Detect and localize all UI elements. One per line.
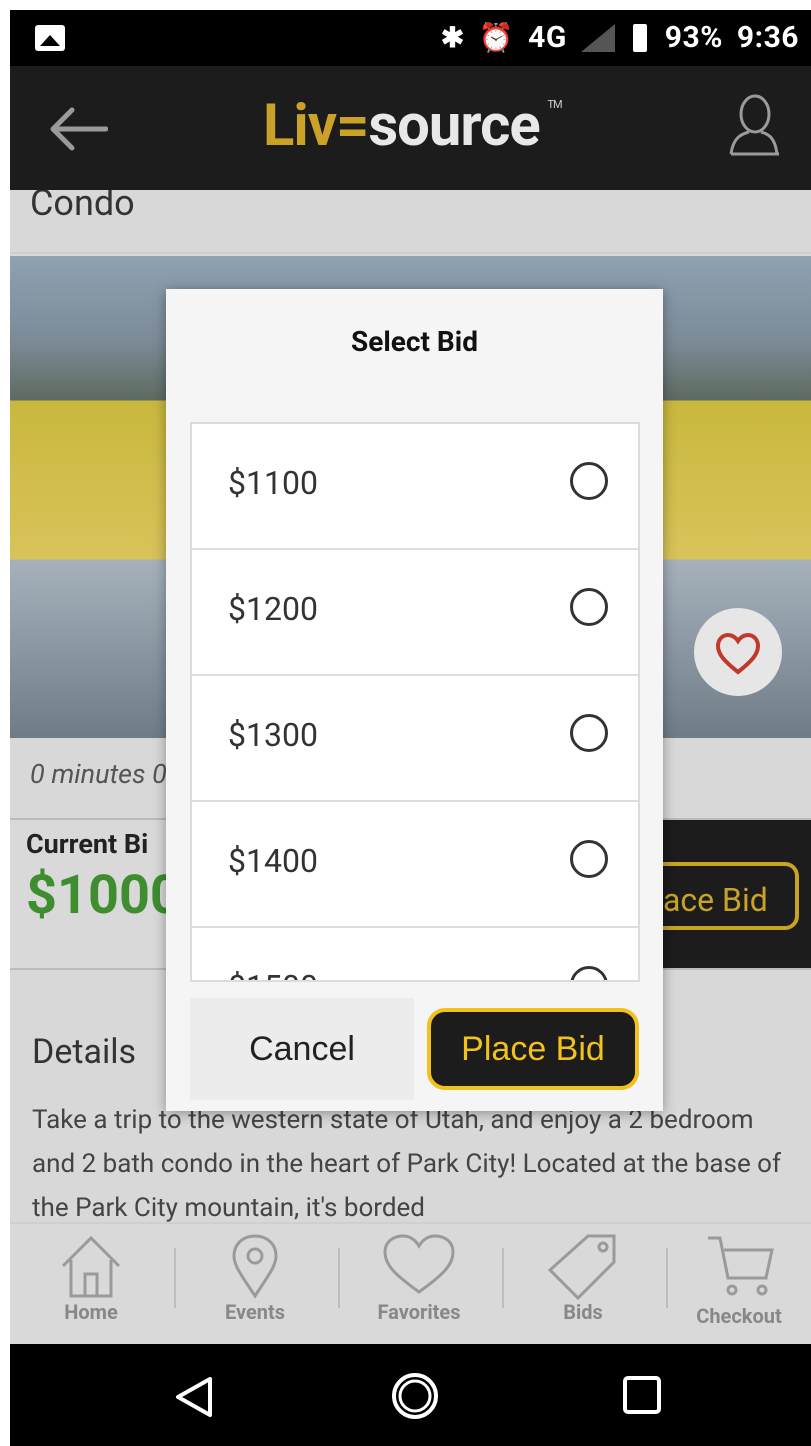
alarm-icon: ⏰	[478, 21, 515, 54]
heart-icon	[383, 1234, 455, 1294]
nav-item-home[interactable]: Home	[16, 1224, 166, 1346]
system-navigation-bar	[10, 1344, 811, 1446]
nav-label-checkout: Checkout	[696, 1304, 782, 1328]
location-pin-icon	[232, 1234, 278, 1299]
item-title: Condo	[30, 190, 135, 224]
current-bid-label: Current Bi	[26, 828, 149, 860]
nav-divider	[502, 1248, 504, 1308]
bid-option[interactable]: $1400	[192, 802, 638, 928]
tag-icon	[547, 1234, 616, 1300]
nav-label-bids: Bids	[563, 1300, 603, 1324]
bid-option[interactable]: $1300	[192, 676, 638, 802]
battery-icon	[632, 23, 647, 52]
nav-label-favorites: Favorites	[377, 1300, 461, 1324]
system-home-icon[interactable]	[390, 1371, 440, 1421]
bid-option[interactable]: $1100	[192, 424, 638, 550]
radio-button[interactable]	[570, 966, 608, 980]
nav-label-events: Events	[224, 1300, 286, 1324]
clock: 9:36	[736, 20, 799, 55]
nav-item-favorites[interactable]: Favorites	[344, 1224, 494, 1346]
radio-button[interactable]	[570, 840, 608, 878]
divider	[10, 252, 811, 254]
battery-percent: 93%	[664, 20, 723, 55]
bid-option-label: $1400	[228, 842, 318, 880]
details-heading: Details	[32, 1032, 137, 1072]
cancel-button[interactable]: Cancel	[190, 998, 414, 1100]
heart-icon	[715, 632, 761, 675]
dialog-title: Select Bid	[351, 325, 478, 358]
bid-option[interactable]: $1200	[192, 550, 638, 676]
time-remaining: 0 minutes 0	[30, 758, 167, 790]
details-text: Take a trip to the western state of Utah…	[32, 1105, 782, 1223]
nav-item-checkout[interactable]: Checkout	[664, 1224, 811, 1346]
system-back-icon[interactable]	[174, 1375, 214, 1419]
app-bar: Liv=source TM	[10, 66, 811, 190]
system-recents-icon[interactable]	[622, 1375, 662, 1415]
image-notification-icon	[35, 25, 65, 51]
back-arrow-icon[interactable]	[48, 104, 108, 154]
radio-button[interactable]	[570, 714, 608, 752]
signal-icon	[580, 23, 615, 52]
favorite-button[interactable]	[694, 608, 782, 696]
select-bid-dialog: Select Bid $1100 $1200 $1300 $1400 $1500…	[166, 289, 663, 1111]
nav-item-events[interactable]: Events	[180, 1224, 330, 1346]
radio-button[interactable]	[570, 588, 608, 626]
nav-item-bids[interactable]: Bids	[508, 1224, 658, 1346]
app-logo: Liv=source TM	[263, 92, 563, 160]
home-icon	[61, 1235, 121, 1298]
bid-options-list[interactable]: $1100 $1200 $1300 $1400 $1500	[190, 422, 640, 982]
bid-option-label: $1200	[228, 590, 318, 628]
bluetooth-icon: ✱	[440, 21, 465, 54]
cart-icon	[708, 1236, 774, 1296]
bid-option-label: $1300	[228, 716, 318, 754]
radio-button[interactable]	[570, 462, 608, 500]
bid-option-label: $1500	[228, 968, 318, 980]
current-bid-value: $1000	[26, 864, 181, 927]
user-profile-icon[interactable]	[727, 94, 783, 156]
bid-option[interactable]: $1500	[192, 928, 638, 980]
nav-divider	[174, 1248, 176, 1308]
bid-option-label: $1100	[228, 464, 318, 502]
place-bid-button[interactable]: Place Bid	[427, 1008, 639, 1090]
nav-label-home: Home	[64, 1300, 118, 1324]
status-indicators: ✱ ⏰ 4G 93% 9:36	[441, 20, 799, 55]
nav-divider	[338, 1248, 340, 1308]
bottom-navigation: Home Events Favorites Bids Checkout	[10, 1222, 811, 1346]
status-bar: ✱ ⏰ 4G 93% 9:36	[10, 10, 811, 66]
network-type: 4G	[528, 20, 567, 55]
